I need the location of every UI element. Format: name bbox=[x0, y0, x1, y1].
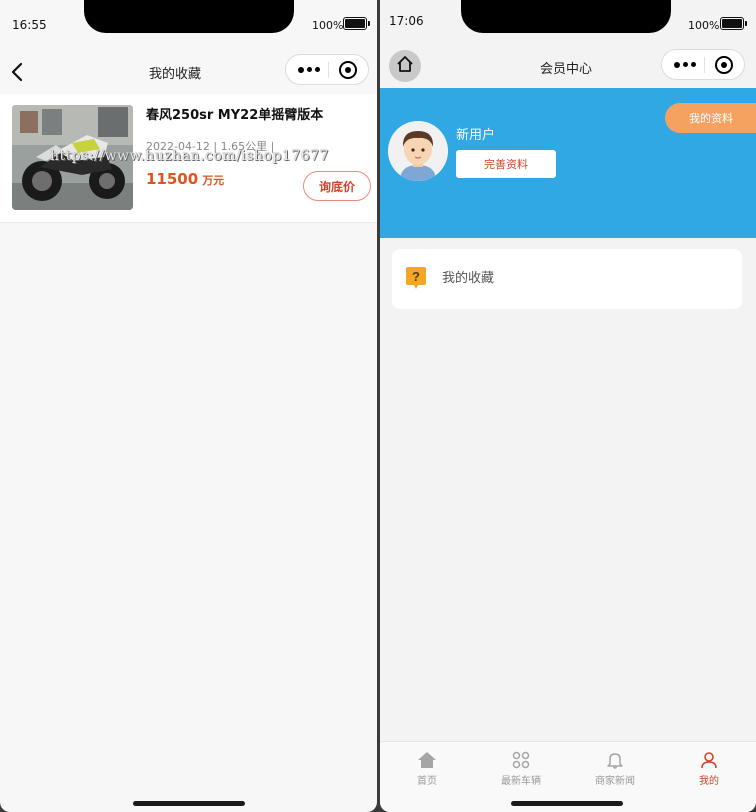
battery-tip bbox=[368, 21, 370, 26]
tab-label: 商家新闻 bbox=[595, 776, 635, 787]
favorites-screen: 16:55 100% 我的收藏 春风250sr MY22单摇臂版本 2022-0… bbox=[0, 0, 377, 812]
close-target-icon[interactable] bbox=[339, 61, 357, 79]
capsule-divider bbox=[328, 62, 329, 78]
home-indicator bbox=[511, 801, 623, 806]
tab-label: 我的 bbox=[699, 776, 719, 787]
battery-icon bbox=[343, 17, 367, 30]
svg-text:?: ? bbox=[412, 269, 420, 284]
home-icon bbox=[416, 750, 438, 770]
tab-home[interactable]: 首页 bbox=[380, 742, 474, 794]
home-icon bbox=[396, 55, 414, 77]
username: 新用户 bbox=[456, 128, 496, 143]
status-time: 16:55 bbox=[12, 18, 47, 32]
menu-item-label: 我的收藏 bbox=[442, 271, 495, 286]
tab-label: 首页 bbox=[417, 776, 437, 787]
tab-merchant-news[interactable]: 商家新闻 bbox=[568, 742, 662, 794]
item-title[interactable]: 春风250sr MY22单摇臂版本 bbox=[146, 104, 323, 123]
question-icon: ? bbox=[404, 266, 428, 290]
home-button[interactable] bbox=[389, 50, 421, 82]
tab-mine[interactable]: 我的 bbox=[662, 742, 756, 794]
tab-label: 最新车辆 bbox=[501, 776, 541, 787]
home-indicator bbox=[133, 801, 245, 806]
complete-profile-button[interactable]: 完善资料 bbox=[456, 150, 556, 178]
price-unit: 万元 bbox=[202, 174, 225, 187]
back-icon[interactable] bbox=[9, 62, 27, 82]
more-icon[interactable] bbox=[674, 50, 696, 79]
battery-tip bbox=[745, 21, 747, 26]
page-title: 会员中心 bbox=[539, 62, 592, 77]
my-profile-tag[interactable]: 我的资料 bbox=[665, 103, 756, 133]
price-value: 11500 bbox=[146, 170, 199, 188]
battery-icon bbox=[720, 17, 744, 30]
close-target-icon[interactable] bbox=[715, 56, 733, 74]
page-title: 我的收藏 bbox=[148, 67, 201, 82]
watermark-text: https://www.huzhan.com/ishop17677 bbox=[50, 148, 329, 164]
member-center-screen: 17:06 100% 会员中心 新用户 完善资料 我的资料 ? 我的收藏 首页 … bbox=[380, 0, 756, 812]
capsule-divider bbox=[704, 57, 705, 73]
grid-icon bbox=[510, 750, 532, 770]
person-icon bbox=[698, 750, 720, 770]
bell-icon bbox=[604, 750, 626, 770]
inquire-price-button[interactable]: 询底价 bbox=[303, 171, 371, 201]
menu-item-favorites[interactable]: ? 我的收藏 bbox=[392, 249, 742, 309]
item-price: 11500 万元 bbox=[146, 170, 224, 188]
tab-latest-vehicles[interactable]: 最新车辆 bbox=[474, 742, 568, 794]
avatar[interactable] bbox=[388, 121, 448, 181]
battery-percent: 100% bbox=[688, 19, 720, 32]
status-time: 17:06 bbox=[389, 14, 424, 28]
notch bbox=[461, 0, 671, 33]
battery-percent: 100% bbox=[312, 19, 344, 32]
mini-program-capsule[interactable] bbox=[661, 49, 745, 80]
profile-header: 新用户 完善资料 我的资料 bbox=[380, 88, 756, 238]
notch bbox=[84, 0, 294, 33]
mini-program-capsule[interactable] bbox=[285, 54, 369, 85]
more-icon[interactable] bbox=[298, 55, 320, 84]
